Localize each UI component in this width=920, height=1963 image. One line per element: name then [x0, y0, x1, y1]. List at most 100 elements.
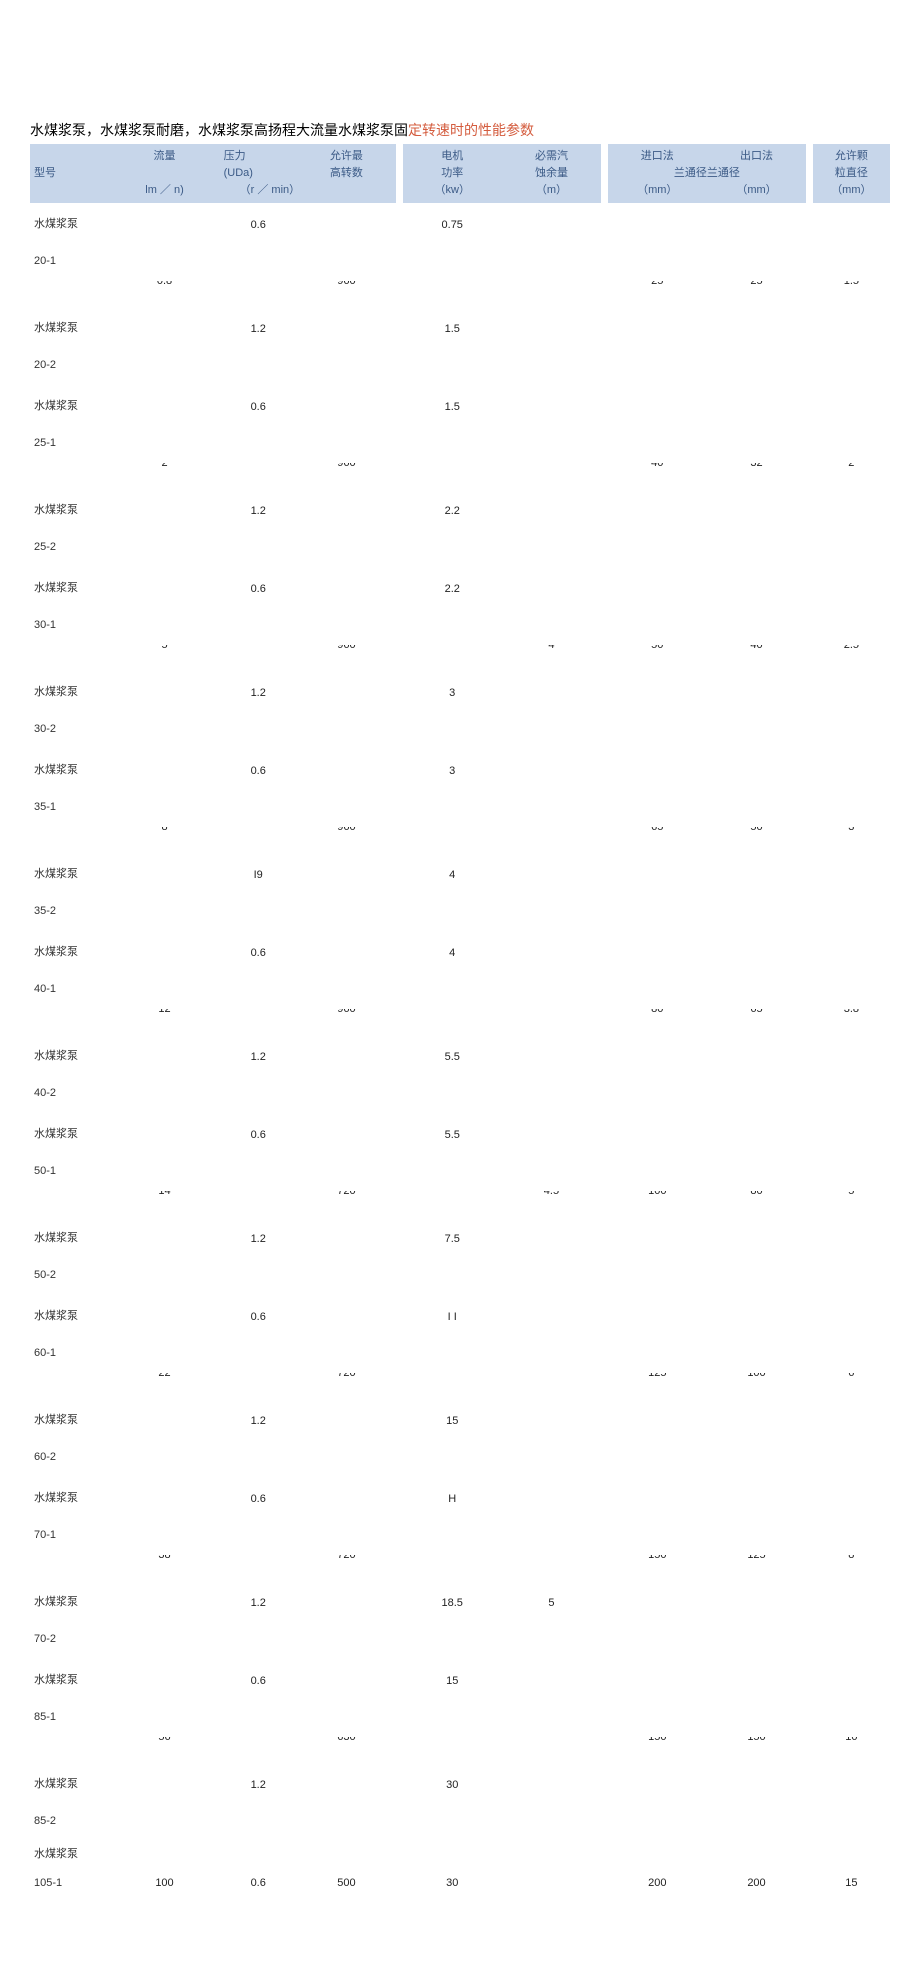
- cell: [806, 203, 813, 245]
- cell: [601, 1555, 608, 1581]
- cell: [396, 1623, 403, 1659]
- cell: [403, 1373, 502, 1399]
- cell: [806, 1581, 813, 1623]
- cell: I9: [220, 853, 297, 895]
- cell: [707, 749, 806, 791]
- cell: [502, 1035, 601, 1077]
- cell: [220, 463, 297, 489]
- cell: [396, 895, 403, 931]
- cell: 200: [608, 1867, 707, 1903]
- cell: [806, 1035, 813, 1077]
- cell: [813, 1441, 890, 1477]
- col-gap: [396, 182, 403, 203]
- cell: [608, 427, 707, 463]
- hdr-cell: 允许最: [297, 144, 396, 165]
- cell: 100: [109, 1867, 219, 1903]
- cell: 水煤浆泵: [30, 1217, 109, 1259]
- cell: [297, 1077, 396, 1113]
- cell: [601, 489, 608, 531]
- cell: 20-2: [30, 349, 109, 385]
- cell: 8: [813, 1555, 890, 1581]
- cell: [806, 1191, 813, 1217]
- cell: [806, 1155, 813, 1191]
- cell: [396, 1737, 403, 1763]
- col-gap: [806, 165, 813, 182]
- cell: [396, 1373, 403, 1399]
- cell: [403, 427, 502, 463]
- cell: [707, 1295, 806, 1337]
- cell: [502, 1477, 601, 1519]
- cell: 水煤浆泵: [30, 1399, 109, 1441]
- cell: [502, 827, 601, 853]
- cell: [608, 531, 707, 567]
- cell: [707, 895, 806, 931]
- cell: [396, 203, 403, 245]
- cell: [502, 931, 601, 973]
- cell: [806, 427, 813, 463]
- cell: [109, 1155, 219, 1191]
- cell: [601, 1191, 608, 1217]
- cell: [608, 1399, 707, 1441]
- cell: [502, 853, 601, 895]
- cell: [403, 1623, 502, 1659]
- cell: [806, 1841, 813, 1867]
- cell: [608, 1841, 707, 1867]
- cell: 1.5: [813, 281, 890, 307]
- cell: [806, 895, 813, 931]
- cell: 0.6: [220, 203, 297, 245]
- cell: [707, 349, 806, 385]
- cell: [601, 791, 608, 827]
- cell: [813, 385, 890, 427]
- cell: [502, 427, 601, 463]
- cell: [297, 671, 396, 713]
- cell: [220, 1623, 297, 1659]
- cell: [396, 1295, 403, 1337]
- cell: [806, 1477, 813, 1519]
- cell: [601, 385, 608, 427]
- cell: [806, 531, 813, 567]
- cell: 720: [297, 1191, 396, 1217]
- cell: [297, 1659, 396, 1701]
- header-row-3: lm ／ n) （r ／ min） （kw） （m） （mm） （mm） （mm…: [30, 182, 890, 203]
- cell: [396, 1763, 403, 1805]
- cell: [109, 1259, 219, 1295]
- cell: [30, 827, 109, 853]
- cell: [403, 1805, 502, 1841]
- cell: 32: [707, 463, 806, 489]
- cell: [220, 531, 297, 567]
- cell: 水煤浆泵: [30, 853, 109, 895]
- cell: [707, 713, 806, 749]
- cell: [502, 895, 601, 931]
- cell: [502, 1155, 601, 1191]
- cell: [403, 281, 502, 307]
- cell: [601, 1477, 608, 1519]
- cell: [813, 307, 890, 349]
- cell: 500: [297, 1867, 396, 1903]
- cell: [297, 1701, 396, 1737]
- cell: [297, 931, 396, 973]
- cell: [403, 1155, 502, 1191]
- cell: [813, 531, 890, 567]
- cell: 125: [707, 1555, 806, 1581]
- cell: [502, 463, 601, 489]
- cell: [403, 1519, 502, 1555]
- cell: 水煤浆泵: [30, 1581, 109, 1623]
- cell: [403, 1259, 502, 1295]
- cell: [396, 749, 403, 791]
- cell: [707, 1841, 806, 1867]
- cell: 水煤浆泵: [30, 1763, 109, 1805]
- cell: 15: [813, 1867, 890, 1903]
- cell: [403, 609, 502, 645]
- cell: [297, 713, 396, 749]
- cell: [297, 307, 396, 349]
- cell: 50: [707, 827, 806, 853]
- cell: 5: [502, 1581, 601, 1623]
- cell: 38: [109, 1555, 219, 1581]
- cell: [608, 1701, 707, 1737]
- cell: [403, 973, 502, 1009]
- cell: [396, 827, 403, 853]
- cell: [601, 645, 608, 671]
- cell: [109, 307, 219, 349]
- cell: [220, 895, 297, 931]
- cell: [403, 791, 502, 827]
